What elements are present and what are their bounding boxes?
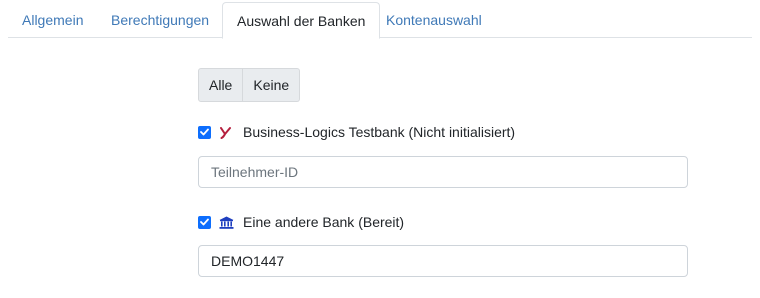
participant-id-input[interactable] bbox=[198, 156, 688, 188]
select-all-button[interactable]: Alle bbox=[198, 68, 244, 102]
bank-building-icon bbox=[218, 215, 234, 229]
tab-bar: Allgemein Berechtigungen Auswahl der Ban… bbox=[8, 2, 752, 39]
bank-row-testbank: Business-Logics Testbank (Nicht initiali… bbox=[198, 122, 515, 142]
select-none-button[interactable]: Keine bbox=[243, 68, 301, 102]
tab-auswahl-der-banken[interactable]: Auswahl der Banken bbox=[222, 2, 381, 39]
bank-code-input[interactable] bbox=[198, 245, 688, 277]
bank-row-andere-bank: Eine andere Bank (Bereit) bbox=[198, 212, 404, 232]
bank-label-andere-bank: Eine andere Bank (Bereit) bbox=[243, 214, 405, 230]
tab-kontenauswahl[interactable]: Kontenauswahl bbox=[372, 2, 496, 38]
tab-berechtigungen[interactable]: Berechtigungen bbox=[97, 2, 223, 38]
checkmark-icon bbox=[200, 218, 209, 226]
yodlee-y-icon bbox=[218, 125, 234, 139]
bank-label-testbank: Business-Logics Testbank (Nicht initiali… bbox=[243, 124, 516, 140]
bank-checkbox-testbank[interactable] bbox=[198, 125, 211, 139]
select-button-group: Alle Keine bbox=[198, 68, 301, 102]
tab-allgemein[interactable]: Allgemein bbox=[8, 2, 97, 38]
bank-checkbox-andere-bank[interactable] bbox=[198, 215, 211, 229]
checkmark-icon bbox=[200, 128, 209, 136]
